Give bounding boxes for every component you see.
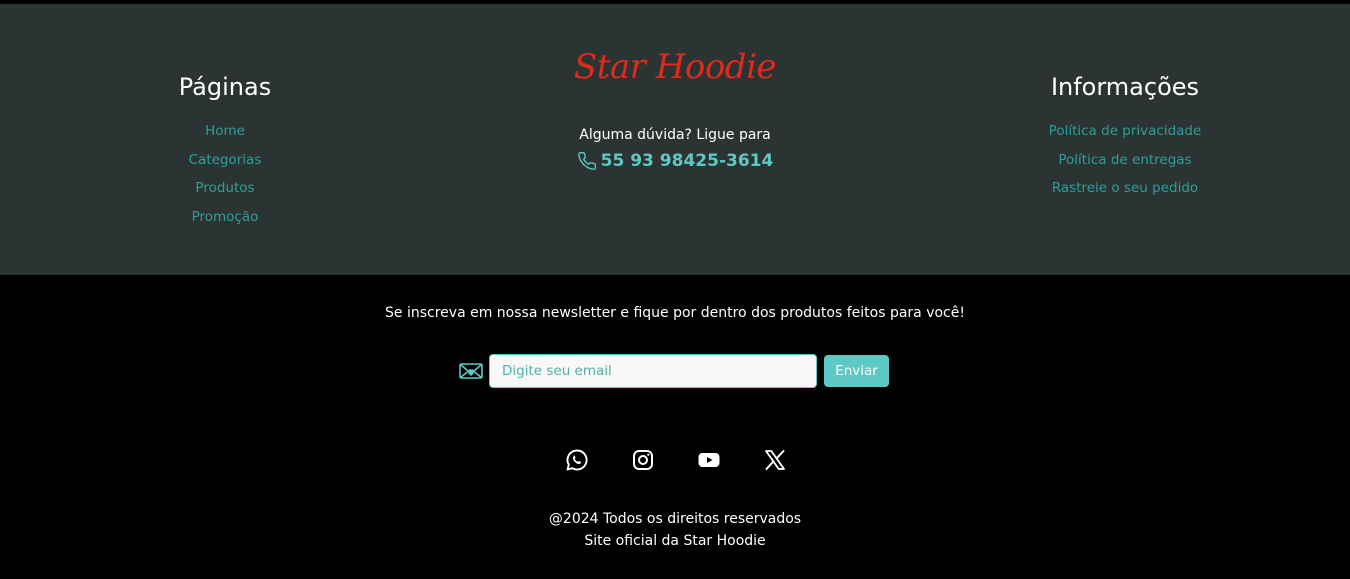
link-privacidade[interactable]: Política de privacidade <box>1049 123 1202 139</box>
list-item: Home <box>125 120 325 149</box>
link-entregas[interactable]: Política de entregas <box>1058 152 1191 168</box>
list-item: Rastreie o seu pedido <box>1000 177 1250 206</box>
whatsapp-icon[interactable] <box>565 448 589 472</box>
link-produtos[interactable]: Produtos <box>195 180 254 196</box>
social-links <box>565 448 787 472</box>
contact-label: Alguma dúvida? Ligue para <box>579 127 771 143</box>
info-title: Informações <box>1050 73 1200 101</box>
email-input[interactable] <box>489 354 817 388</box>
instagram-icon[interactable] <box>631 448 655 472</box>
phone-row[interactable]: 55 93 98425-3614 <box>560 149 790 173</box>
pages-column: Páginas Home Categorias Produtos Promoçã… <box>125 72 325 235</box>
envelope-heart-icon <box>458 360 484 382</box>
link-home[interactable]: Home <box>205 123 245 139</box>
link-rastreio[interactable]: Rastreie o seu pedido <box>1052 180 1198 196</box>
pages-title: Páginas <box>178 73 272 101</box>
list-item: Política de entregas <box>1000 149 1250 178</box>
phone-icon <box>577 151 597 171</box>
link-promocao[interactable]: Promoção <box>192 209 259 225</box>
newsletter-text: Se inscreva em nossa newsletter e fique … <box>385 305 965 321</box>
list-item: Categorias <box>125 149 325 178</box>
newsletter-form: Enviar <box>458 354 889 388</box>
send-button[interactable]: Enviar <box>824 355 889 387</box>
x-twitter-icon[interactable] <box>763 448 787 472</box>
list-item: Produtos <box>125 177 325 206</box>
youtube-icon[interactable] <box>697 448 721 472</box>
info-column: Informações Política de privacidade Polí… <box>1000 72 1250 206</box>
list-item: Promoção <box>125 206 325 235</box>
pages-list: Home Categorias Produtos Promoção <box>125 120 325 235</box>
brand-logo[interactable]: Star Hoodie <box>560 44 790 90</box>
info-list: Política de privacidade Política de entr… <box>1000 120 1250 206</box>
copyright: @2024 Todos os direitos reservados Site … <box>0 508 1350 552</box>
link-categorias[interactable]: Categorias <box>189 152 262 168</box>
list-item: Política de privacidade <box>1000 120 1250 149</box>
copyright-line: @2024 Todos os direitos reservados <box>548 511 802 527</box>
phone-number[interactable]: 55 93 98425-3614 <box>601 151 774 171</box>
official-site-line: Site oficial da Star Hoodie <box>584 533 766 549</box>
